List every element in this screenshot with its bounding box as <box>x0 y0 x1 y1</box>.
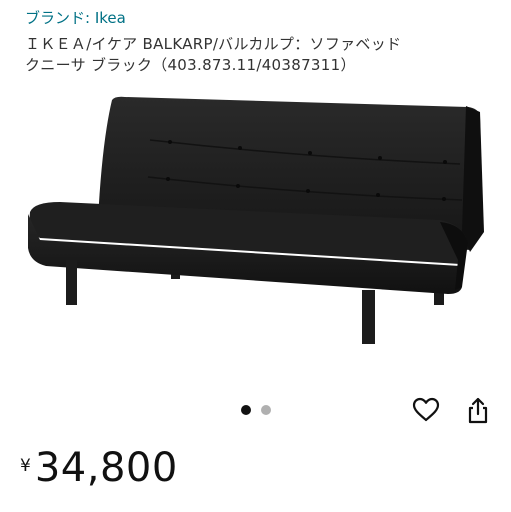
sofa-leg-front-right <box>362 290 375 344</box>
carousel-dot-1[interactable] <box>241 405 251 415</box>
sofa-leg-front-left <box>66 260 77 305</box>
product-title-line-2: クニーサ ブラック（403.873.11/40387311） <box>25 56 356 74</box>
product-image[interactable] <box>0 82 511 382</box>
share-icon <box>468 397 488 424</box>
price: ¥34,800 <box>20 438 178 498</box>
heart-icon <box>412 397 440 422</box>
brand-label: ブランド: <box>25 9 95 27</box>
carousel-dot-2[interactable] <box>261 405 271 415</box>
carousel-indicator <box>241 405 271 415</box>
price-amount: 34,800 <box>34 445 178 491</box>
brand-link[interactable]: Ikea <box>95 9 126 27</box>
product-title: ＩＫＥＡ/イケア BALKARP/バルカルプ：ソファベッド クニーサ ブラック（… <box>25 34 495 76</box>
favorite-button[interactable] <box>411 395 441 425</box>
share-button[interactable] <box>463 396 493 426</box>
product-title-line-1: ＩＫＥＡ/イケア BALKARP/バルカルプ：ソファベッド <box>25 35 402 53</box>
product-page: ブランド: Ikea ＩＫＥＡ/イケア BALKARP/バルカルプ：ソファベッド… <box>0 0 511 512</box>
brand-line: ブランド: Ikea <box>25 8 126 28</box>
price-currency: ¥ <box>20 456 31 476</box>
